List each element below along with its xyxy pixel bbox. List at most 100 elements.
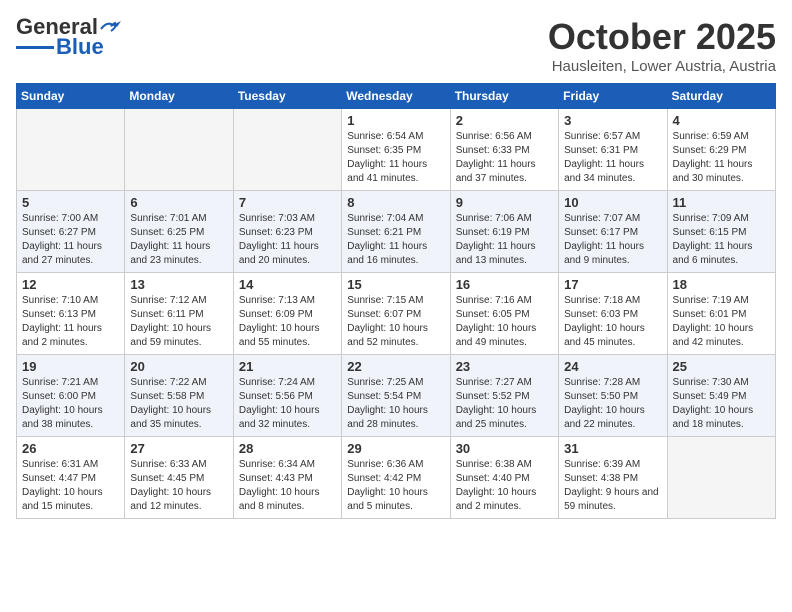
calendar-cell: 25 Sunrise: 7:30 AMSunset: 5:49 PMDayligh… [667,355,775,437]
day-detail: Sunrise: 7:00 AMSunset: 6:27 PMDaylight:… [22,212,119,268]
day-detail: Sunrise: 7:12 AMSunset: 6:11 PMDaylight:… [130,294,227,350]
calendar-cell: 22 Sunrise: 7:25 AMSunset: 5:54 PMDayligh… [342,355,450,437]
weekday-header-saturday: Saturday [667,84,775,109]
day-number: 20 [130,359,227,374]
day-detail: Sunrise: 7:01 AMSunset: 6:25 PMDaylight:… [130,212,227,268]
calendar-cell: 20 Sunrise: 7:22 AMSunset: 5:58 PMDayligh… [125,355,233,437]
calendar-cell: 30 Sunrise: 6:38 AMSunset: 4:40 PMDayligh… [450,437,558,519]
day-number: 17 [564,277,661,292]
day-number: 13 [130,277,227,292]
calendar-cell: 9 Sunrise: 7:06 AMSunset: 6:19 PMDaylight… [450,191,558,273]
day-detail: Sunrise: 6:59 AMSunset: 6:29 PMDaylight:… [673,130,770,186]
day-number: 30 [456,441,553,456]
day-number: 18 [673,277,770,292]
day-detail: Sunrise: 6:54 AMSunset: 6:35 PMDaylight:… [347,130,444,186]
weekday-header-sunday: Sunday [17,84,125,109]
day-detail: Sunrise: 7:22 AMSunset: 5:58 PMDaylight:… [130,376,227,432]
day-detail: Sunrise: 6:39 AMSunset: 4:38 PMDaylight:… [564,458,661,514]
day-detail: Sunrise: 7:27 AMSunset: 5:52 PMDaylight:… [456,376,553,432]
day-number: 16 [456,277,553,292]
location-title: Hausleiten, Lower Austria, Austria [548,58,776,75]
day-number: 25 [673,359,770,374]
day-detail: Sunrise: 7:10 AMSunset: 6:13 PMDaylight:… [22,294,119,350]
calendar-cell: 2 Sunrise: 6:56 AMSunset: 6:33 PMDaylight… [450,109,558,191]
day-number: 24 [564,359,661,374]
weekday-header-thursday: Thursday [450,84,558,109]
calendar-cell: 21Sunrise: 7:24 AMSunset: 5:56 PMDayligh… [233,355,341,437]
logo-blue: Blue [56,36,104,58]
day-detail: Sunrise: 7:07 AMSunset: 6:17 PMDaylight:… [564,212,661,268]
calendar-cell: 26Sunrise: 6:31 AMSunset: 4:47 PMDayligh… [17,437,125,519]
day-number: 28 [239,441,336,456]
month-title: October 2025 [548,16,776,58]
day-number: 27 [130,441,227,456]
day-number: 9 [456,195,553,210]
calendar-cell: 27 Sunrise: 6:33 AMSunset: 4:45 PMDayligh… [125,437,233,519]
title-block: October 2025 Hausleiten, Lower Austria, … [548,16,776,75]
weekday-header-friday: Friday [559,84,667,109]
calendar-week-row: 12 Sunrise: 7:10 AMSunset: 6:13 PMDayligh… [17,273,776,355]
calendar-cell: 14 Sunrise: 7:13 AMSunset: 6:09 PMDayligh… [233,273,341,355]
day-number: 5 [22,195,119,210]
page-header: General Blue October 2025 Hausleiten, Lo… [16,16,776,75]
day-detail: Sunrise: 7:24 AMSunset: 5:56 PMDaylight:… [239,376,336,432]
day-detail: Sunrise: 6:38 AMSunset: 4:40 PMDaylight:… [456,458,553,514]
day-number: 6 [130,195,227,210]
day-detail: Sunrise: 7:21 AMSunset: 6:00 PMDaylight:… [22,376,119,432]
calendar-cell [125,109,233,191]
calendar-cell [17,109,125,191]
calendar-cell: 24 Sunrise: 7:28 AMSunset: 5:50 PMDayligh… [559,355,667,437]
day-number: 11 [673,195,770,210]
calendar-cell: 4 Sunrise: 6:59 AMSunset: 6:29 PMDaylight… [667,109,775,191]
day-detail: Sunrise: 6:36 AMSunset: 4:42 PMDaylight:… [347,458,444,514]
calendar-cell: 8Sunrise: 7:04 AMSunset: 6:21 PMDaylight… [342,191,450,273]
calendar-cell: 12 Sunrise: 7:10 AMSunset: 6:13 PMDayligh… [17,273,125,355]
calendar-cell: 23 Sunrise: 7:27 AMSunset: 5:52 PMDayligh… [450,355,558,437]
calendar-cell [233,109,341,191]
day-number: 23 [456,359,553,374]
calendar-cell: 16Sunrise: 7:16 AMSunset: 6:05 PMDayligh… [450,273,558,355]
day-number: 31 [564,441,661,456]
day-number: 4 [673,113,770,128]
calendar-cell: 5 Sunrise: 7:00 AMSunset: 6:27 PMDaylight… [17,191,125,273]
weekday-header-tuesday: Tuesday [233,84,341,109]
day-number: 15 [347,277,444,292]
calendar-cell: 6 Sunrise: 7:01 AMSunset: 6:25 PMDaylight… [125,191,233,273]
calendar-week-row: 1 Sunrise: 6:54 AMSunset: 6:35 PMDaylight… [17,109,776,191]
calendar-cell: 13 Sunrise: 7:12 AMSunset: 6:11 PMDayligh… [125,273,233,355]
day-number: 8 [347,195,444,210]
calendar-cell: 17 Sunrise: 7:18 AMSunset: 6:03 PMDayligh… [559,273,667,355]
day-detail: Sunrise: 7:18 AMSunset: 6:03 PMDaylight:… [564,294,661,350]
day-detail: Sunrise: 6:31 AMSunset: 4:47 PMDaylight:… [22,458,119,514]
day-number: 14 [239,277,336,292]
day-detail: Sunrise: 7:28 AMSunset: 5:50 PMDaylight:… [564,376,661,432]
calendar-cell: 7 Sunrise: 7:03 AMSunset: 6:23 PMDaylight… [233,191,341,273]
day-detail: Sunrise: 7:25 AMSunset: 5:54 PMDaylight:… [347,376,444,432]
calendar-header-row: SundayMondayTuesdayWednesdayThursdayFrid… [17,84,776,109]
calendar-cell [667,437,775,519]
day-number: 12 [22,277,119,292]
calendar-cell: 15Sunrise: 7:15 AMSunset: 6:07 PMDayligh… [342,273,450,355]
day-number: 7 [239,195,336,210]
day-detail: Sunrise: 7:03 AMSunset: 6:23 PMDaylight:… [239,212,336,268]
day-number: 19 [22,359,119,374]
day-number: 29 [347,441,444,456]
day-number: 2 [456,113,553,128]
day-detail: Sunrise: 7:19 AMSunset: 6:01 PMDaylight:… [673,294,770,350]
calendar-cell: 18 Sunrise: 7:19 AMSunset: 6:01 PMDayligh… [667,273,775,355]
day-number: 22 [347,359,444,374]
calendar-cell: 3Sunrise: 6:57 AMSunset: 6:31 PMDaylight… [559,109,667,191]
day-detail: Sunrise: 7:06 AMSunset: 6:19 PMDaylight:… [456,212,553,268]
day-detail: Sunrise: 6:56 AMSunset: 6:33 PMDaylight:… [456,130,553,186]
weekday-header-wednesday: Wednesday [342,84,450,109]
calendar-week-row: 19 Sunrise: 7:21 AMSunset: 6:00 PMDayligh… [17,355,776,437]
day-number: 1 [347,113,444,128]
day-detail: Sunrise: 7:13 AMSunset: 6:09 PMDaylight:… [239,294,336,350]
day-detail: Sunrise: 7:30 AMSunset: 5:49 PMDaylight:… [673,376,770,432]
weekday-header-monday: Monday [125,84,233,109]
day-detail: Sunrise: 6:34 AMSunset: 4:43 PMDaylight:… [239,458,336,514]
day-detail: Sunrise: 6:57 AMSunset: 6:31 PMDaylight:… [564,130,661,186]
day-detail: Sunrise: 6:33 AMSunset: 4:45 PMDaylight:… [130,458,227,514]
calendar-cell: 31 Sunrise: 6:39 AMSunset: 4:38 PMDayligh… [559,437,667,519]
calendar-cell: 10Sunrise: 7:07 AMSunset: 6:17 PMDayligh… [559,191,667,273]
